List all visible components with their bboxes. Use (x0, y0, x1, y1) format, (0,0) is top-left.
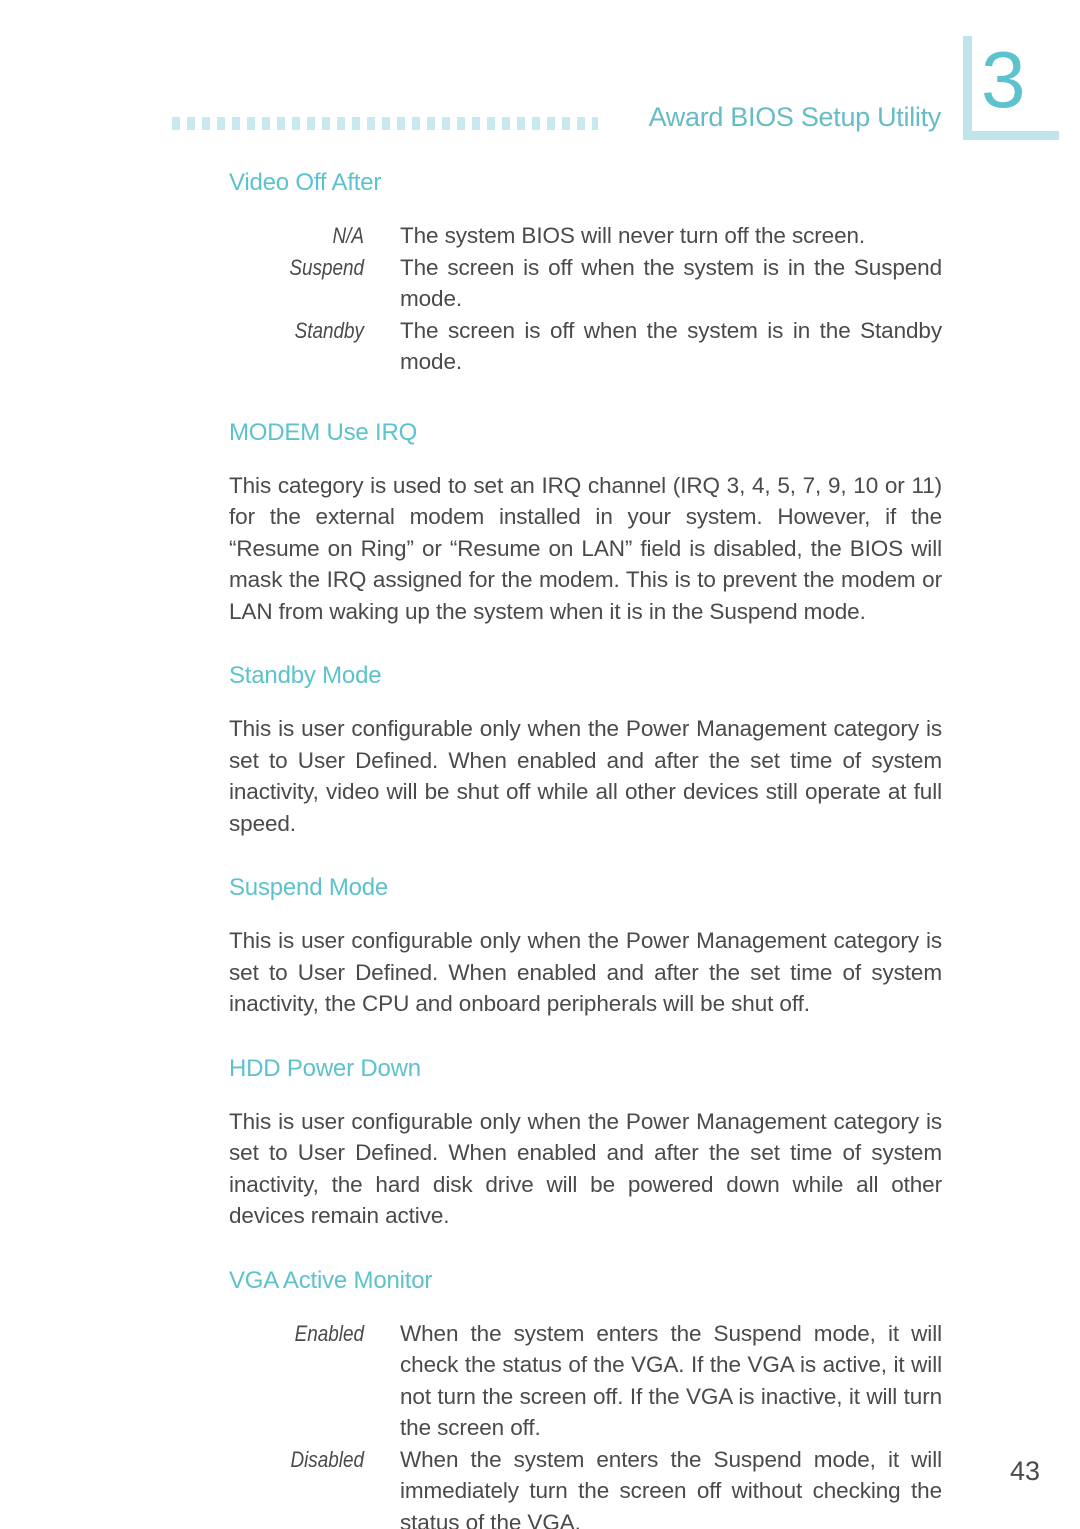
definition-row: Suspend The screen is off when the syste… (269, 252, 942, 315)
document-page: Award BIOS Setup Utility 3 Video Off Aft… (0, 0, 1080, 1529)
section-heading: Standby Mode (229, 662, 382, 689)
definition-row: Disabled When the system enters the Susp… (269, 1444, 942, 1529)
definition-description: The screen is off when the system is in … (400, 317, 942, 375)
section-heading: MODEM Use IRQ (229, 418, 418, 446)
definition-term: N/A (332, 223, 364, 248)
definition-term: Suspend (289, 254, 364, 280)
definition-list: Enabled When the system enters the Suspe… (269, 1318, 942, 1529)
chapter-marker: 3 (963, 35, 1059, 140)
chapter-border-left (963, 36, 972, 140)
section-paragraph: This is user configurable only when the … (229, 928, 942, 1016)
page-number: 43 (1009, 1456, 1040, 1486)
section-heading: HDD Power Down (229, 1054, 421, 1082)
dotted-rule-icon (172, 117, 598, 130)
definition-term: Standby (294, 317, 364, 343)
section-modem-use-irq: MODEM Use IRQ This category is used to s… (229, 418, 942, 628)
definition-list: N/A The system BIOS will never turn off … (269, 220, 942, 378)
page-content: Video Off After N/A The system BIOS will… (229, 168, 942, 1529)
section-vga-active-monitor: VGA Active Monitor Enabled When the syst… (229, 1266, 942, 1529)
chapter-number: 3 (981, 35, 1026, 124)
section-paragraph: This is user configurable only when the … (229, 716, 942, 836)
definition-term: Disabled (290, 1446, 364, 1472)
section-heading: Video Off After (229, 169, 382, 196)
section-paragraph: This category is used to set an IRQ chan… (229, 472, 942, 624)
section-heading: VGA Active Monitor (229, 1266, 433, 1294)
section-paragraph: This is user configurable only when the … (229, 1108, 942, 1229)
definition-row: Enabled When the system enters the Suspe… (269, 1318, 942, 1444)
definition-description: The screen is off when the system is in … (400, 254, 942, 312)
page-header: Award BIOS Setup Utility 3 (0, 0, 1080, 160)
definition-term: Enabled (294, 1320, 364, 1346)
chapter-border-bottom (963, 131, 1059, 140)
definition-row: Standby The screen is off when the syste… (269, 315, 942, 378)
section-video-off-after: Video Off After N/A The system BIOS will… (229, 168, 942, 378)
definition-description: When the system enters the Suspend mode,… (400, 1446, 942, 1529)
definition-description: When the system enters the Suspend mode,… (400, 1320, 942, 1441)
section-hdd-power-down: HDD Power Down This is user configurable… (229, 1054, 942, 1232)
section-suspend-mode: Suspend Mode This is user configurable o… (229, 873, 942, 1020)
section-heading: Suspend Mode (229, 874, 389, 901)
section-standby-mode: Standby Mode This is user configurable o… (229, 661, 942, 839)
header-title: Award BIOS Setup Utility (648, 102, 942, 132)
definition-row: N/A The system BIOS will never turn off … (269, 220, 942, 252)
definition-description: The system BIOS will never turn off the … (400, 223, 866, 248)
